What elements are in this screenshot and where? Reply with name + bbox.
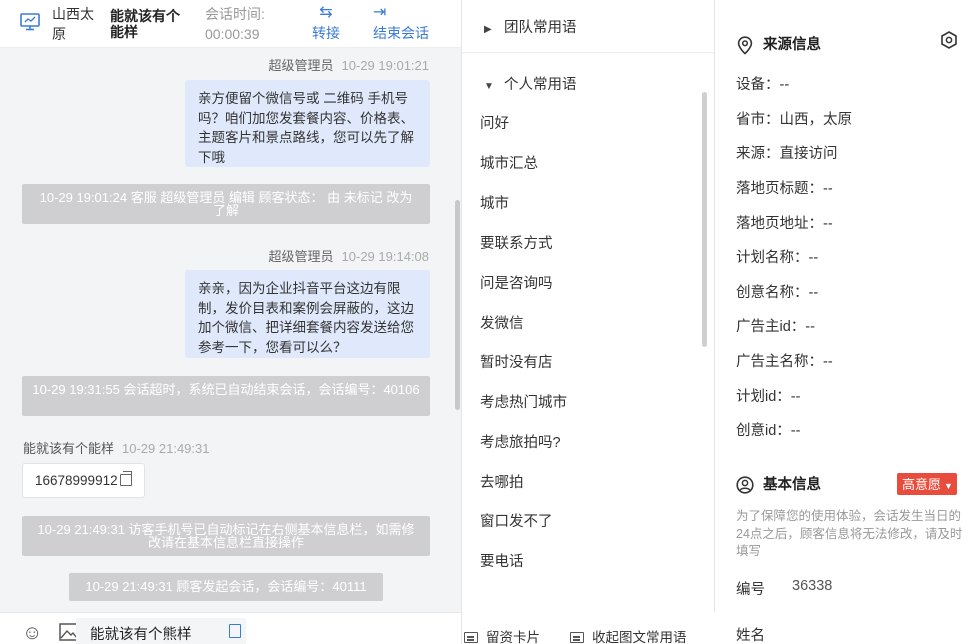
message-meta: 超级管理员 10-29 19:14:08 <box>269 246 429 265</box>
basic-info-header: 基本信息 <box>736 473 821 494</box>
info-landing-url: 落地页地址：-- <box>736 216 833 232</box>
info-creative-name: 创意名称：-- <box>736 285 819 301</box>
end-session-button[interactable]: ⇥ 结束会话 <box>373 2 435 42</box>
phrase-item[interactable]: 问好 <box>480 112 509 133</box>
phrase-item[interactable]: 窗口发不了 <box>480 510 553 531</box>
transfer-button[interactable]: ⇆ 转接 <box>308 2 344 42</box>
info-province-city: 省市：山西，太原 <box>736 112 852 128</box>
phrase-item[interactable]: 要联系方式 <box>480 232 553 253</box>
info-landing-title: 落地页标题：-- <box>736 181 833 197</box>
message-sender: 超级管理员 <box>268 58 334 73</box>
edit-icon[interactable] <box>229 624 241 638</box>
message-meta: 能就该有个能样 10-29 21:49:31 <box>23 438 209 457</box>
end-session-label: 结束会话 <box>373 25 429 41</box>
info-creative-id: 创意id：-- <box>736 423 801 439</box>
phrase-item[interactable]: 城市 <box>480 192 509 213</box>
group-personal-phrases[interactable]: ▼ 个人常用语 <box>484 73 577 94</box>
caret-right-icon: ▶ <box>484 24 492 35</box>
collapse-phrases-button[interactable]: 收起图文常用语 <box>570 626 687 644</box>
divider <box>462 52 714 53</box>
edit-notice: 为了保障您的使用体验，会话发生当日的24点之后，顾客信息将无法修改，请及时填写 <box>736 509 963 558</box>
phrase-item[interactable]: 要电话 <box>480 550 524 571</box>
info-source: 来源：直接访问 <box>736 146 838 162</box>
message-time: 10-29 19:14:08 <box>341 249 429 264</box>
caret-down-icon: ▼ <box>484 81 494 92</box>
phrase-item[interactable]: 去哪拍 <box>480 471 524 492</box>
phrases-panel: ▶ 团队常用语 ▼ 个人常用语 问好 城市汇总 城市 要联系方式 问是咨询吗 发微信… <box>462 0 715 644</box>
phrases-footer: 留资卡片 收起图文常用语 <box>462 612 715 644</box>
phone-number: 16678999912 <box>35 473 118 488</box>
chat-scrollbar[interactable] <box>455 200 460 410</box>
visitor-message-bubble: 16678999912 <box>22 463 145 498</box>
info-plan-id: 计划id：-- <box>736 389 801 405</box>
settings-icon[interactable] <box>940 31 958 49</box>
name-input[interactable] <box>76 618 246 644</box>
phrase-item[interactable]: 发微信 <box>480 312 524 333</box>
collapse-phrases-label: 收起图文常用语 <box>592 630 687 644</box>
system-message: 10-29 21:49:31 顾客发起会话，会话编号：40111 <box>69 573 383 601</box>
location-pin-icon <box>737 36 753 55</box>
info-panel: 来源信息 设备：-- 省市：山西，太原 来源：直接访问 落地页标题：-- 落地页… <box>716 0 968 644</box>
intent-tag-dropdown[interactable]: 高意愿 ▼ <box>897 473 957 495</box>
emoji-icon[interactable]: ☺ <box>22 623 42 643</box>
system-message: 10-29 21:49:31 访客手机号已自动标记在右侧基本信息栏，如需修改请在… <box>22 516 430 556</box>
caret-down-icon: ▼ <box>944 481 953 491</box>
phrase-item[interactable]: 考虑热门城市 <box>480 391 567 412</box>
info-device: 设备：-- <box>736 77 790 93</box>
session-time-label: 会话时间: <box>205 6 265 22</box>
visitor-name: 能就该有个能样 <box>110 8 180 40</box>
list-icon <box>570 632 584 643</box>
message-meta: 超级管理员 10-29 19:01:21 <box>269 55 429 74</box>
phrase-item[interactable]: 暂时没有店 <box>480 351 553 372</box>
phrase-item[interactable]: 问是咨询吗 <box>480 272 553 293</box>
visitor-location: 山西太原 <box>52 6 94 42</box>
section-title: 基本信息 <box>763 477 821 493</box>
transfer-label: 转接 <box>312 25 340 41</box>
name-label: 姓名 <box>736 628 765 644</box>
lead-card-label: 留资卡片 <box>486 630 540 644</box>
source-info-header: 来源信息 <box>736 33 821 55</box>
exit-icon: ⇥ <box>373 4 387 21</box>
group-team-phrases[interactable]: ▶ 团队常用语 <box>484 16 577 37</box>
transfer-icon: ⇆ <box>319 4 333 21</box>
session-time-value: 00:00:39 <box>205 26 260 42</box>
phrase-item[interactable]: 考虑旅拍吗? <box>480 431 561 452</box>
phrase-item[interactable]: 城市汇总 <box>480 152 538 173</box>
message-time: 10-29 19:01:21 <box>341 58 429 73</box>
phrases-scrollbar[interactable] <box>702 92 707 347</box>
copy-icon[interactable] <box>119 471 132 486</box>
info-plan-name: 计划名称：-- <box>736 250 819 266</box>
agent-message-bubble: 亲亲，因为企业抖音平台这边有限制，发价目表和案例会屏蔽的，这边加个微信、把详细套… <box>185 270 430 358</box>
id-value: 36338 <box>792 578 833 594</box>
chat-header: 山西太原 能就该有个能样 会话时间: 00:00:39 ⇆ 转接 ⇥ 结束会话 <box>0 0 461 48</box>
intent-tag-label: 高意愿 <box>902 477 942 492</box>
chat-panel: 山西太原 能就该有个能样 会话时间: 00:00:39 ⇆ 转接 ⇥ 结束会话 … <box>0 0 462 644</box>
system-message: 10-29 19:31:55 会话超时，系统已自动结束会话，会话编号：40106 <box>22 376 430 416</box>
info-advertiser-name: 广告主名称：-- <box>736 354 833 370</box>
system-message: 10-29 19:01:24 客服 超级管理员 编辑 顾客状态： 由 未标记 改… <box>22 184 430 224</box>
agent-message-bubble: 亲方便留个微信号或 二维码 手机号吗？咱们加您发套餐内容、价格表、主题客片和景点… <box>185 80 430 167</box>
message-time: 10-29 21:49:31 <box>122 441 210 456</box>
monitor-icon <box>20 13 40 31</box>
message-sender: 超级管理员 <box>268 249 334 264</box>
card-icon <box>464 632 478 643</box>
id-label: 编号 <box>736 582 765 598</box>
group-label: 团队常用语 <box>504 20 577 36</box>
group-label: 个人常用语 <box>504 77 577 93</box>
lead-card-button[interactable]: 留资卡片 <box>464 626 540 644</box>
info-advertiser-id: 广告主id：-- <box>736 319 815 335</box>
section-title: 来源信息 <box>763 37 821 53</box>
user-circle-icon <box>736 476 754 494</box>
message-sender: 能就该有个能样 <box>23 441 115 456</box>
